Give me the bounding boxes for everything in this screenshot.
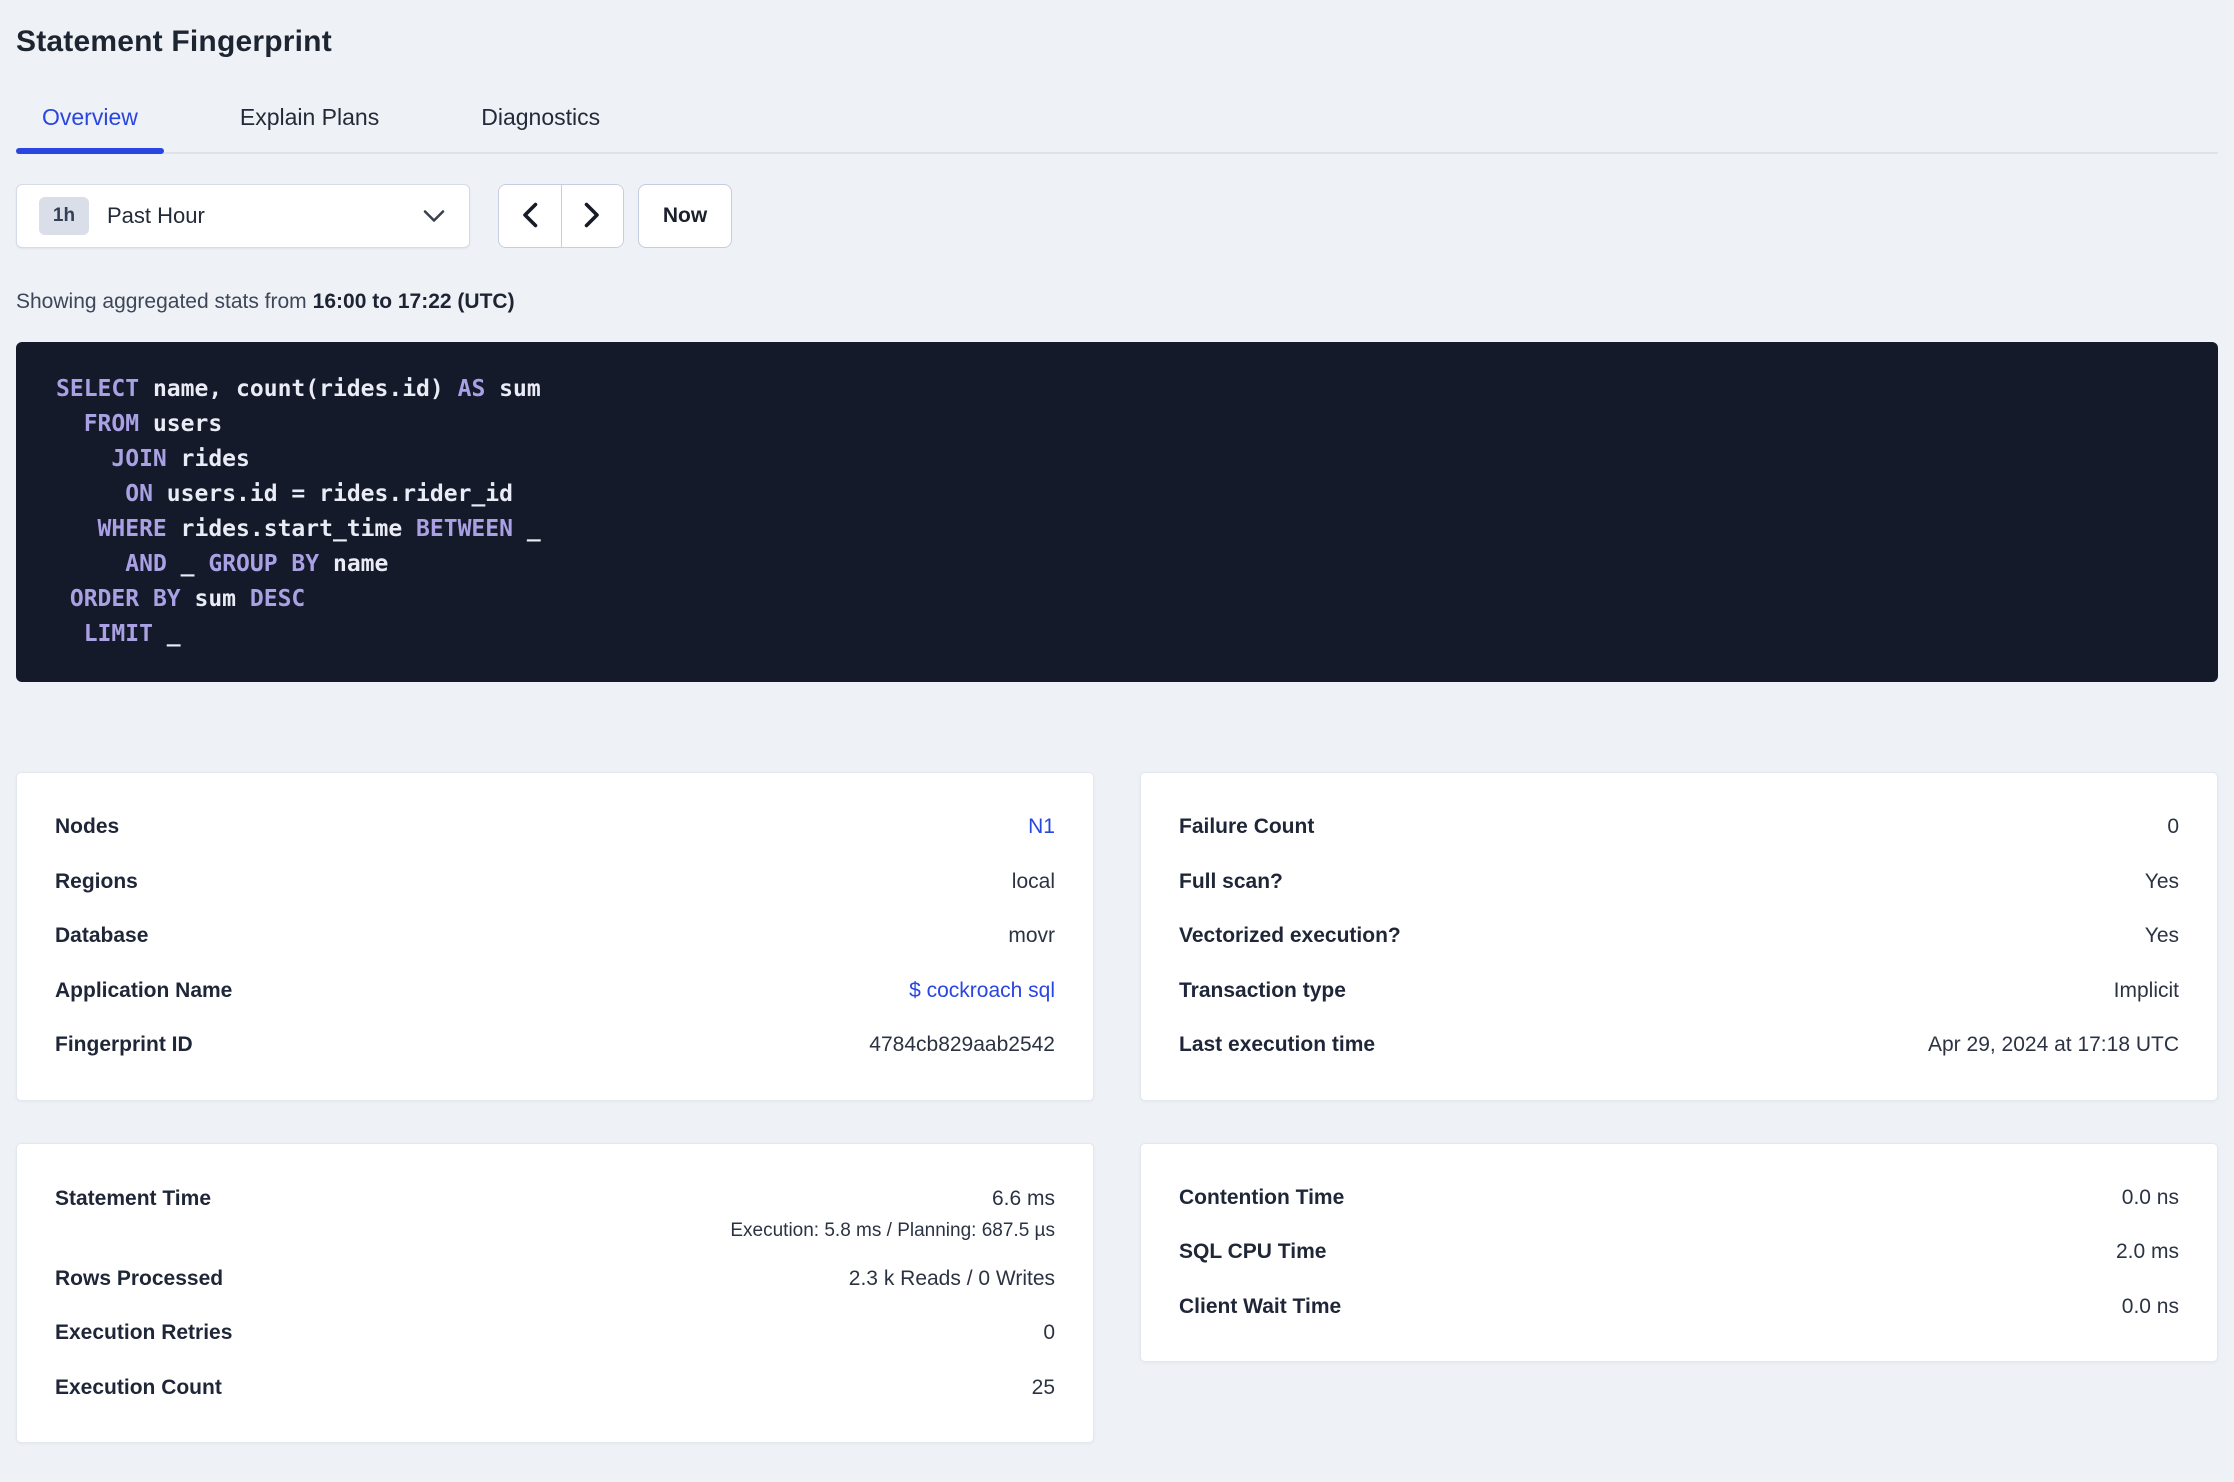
sql-line: SELECT name, count(rides.id) AS sum bbox=[56, 376, 541, 402]
tab-diagnostics[interactable]: Diagnostics bbox=[455, 104, 626, 152]
execution-attributes-card: Failure Count 0 Full scan? Yes Vectorized ex… bbox=[1140, 772, 2218, 1101]
stat-label: Full scan? bbox=[1179, 869, 1283, 893]
chevron-down-icon bbox=[423, 209, 445, 223]
stat-label: Statement Time bbox=[55, 1186, 211, 1210]
stat-label: Vectorized execution? bbox=[1179, 924, 1401, 948]
time-range-select[interactable]: 1h Past Hour bbox=[16, 184, 470, 248]
tab-explain-plans[interactable]: Explain Plans bbox=[214, 104, 405, 152]
stat-value-block: 6.6 ms Execution: 5.8 ms / Planning: 687.… bbox=[730, 1186, 1055, 1244]
page-title: Statement Fingerprint bbox=[16, 25, 332, 58]
now-button[interactable]: Now bbox=[638, 184, 732, 248]
stat-value: 25 bbox=[1031, 1375, 1055, 1399]
stat-label: Client Wait Time bbox=[1179, 1294, 1342, 1318]
previous-time-range-button[interactable] bbox=[499, 185, 562, 247]
stat-row: Full scan? Yes bbox=[1179, 855, 2179, 910]
stat-value: 6.6 ms bbox=[991, 1186, 1055, 1210]
stat-subvalue: Execution: 5.8 ms / Planning: 687.5 µs bbox=[730, 1219, 1055, 1241]
time-range-pager bbox=[498, 184, 624, 248]
sql-line: AND _ GROUP BY name bbox=[125, 551, 389, 577]
sql-statement-box: SELECT name, count(rides.id) AS sum FROM… bbox=[16, 342, 2218, 682]
stat-label: Contention Time bbox=[1179, 1185, 1345, 1209]
summary-time-range: 16:00 to 17:22 (UTC) bbox=[312, 290, 515, 313]
time-range-label: Past Hour bbox=[107, 203, 205, 228]
stat-row: Execution Retries 0 bbox=[55, 1306, 1055, 1361]
stat-value: Yes bbox=[2144, 924, 2179, 948]
time-range-badge: 1h bbox=[39, 197, 89, 235]
wait-time-card: Contention Time 0.0 ns SQL CPU Time 2.0 ms C… bbox=[1140, 1142, 2218, 1362]
chevron-left-icon bbox=[522, 202, 538, 231]
stat-row: Rows Processed 2.3 k Reads / 0 Writes bbox=[55, 1252, 1055, 1307]
stat-row: Client Wait Time 0.0 ns bbox=[1179, 1280, 2179, 1335]
stat-label: Failure Count bbox=[1179, 815, 1315, 839]
sql-line: FROM users bbox=[83, 411, 223, 437]
stat-label: Nodes bbox=[55, 815, 120, 839]
stat-label: Execution Count bbox=[55, 1375, 222, 1399]
stat-row: Execution Count 25 bbox=[55, 1361, 1055, 1416]
stat-label: Database bbox=[55, 924, 149, 948]
stat-value: 4784cb829aab2542 bbox=[869, 1033, 1055, 1057]
sql-line: JOIN rides bbox=[111, 446, 250, 472]
stat-value: local bbox=[1011, 869, 1055, 893]
sql-line: WHERE rides.start_time BETWEEN _ bbox=[97, 516, 541, 542]
overview-cards-row: Nodes N1 Regions local Database movr Applicati… bbox=[16, 772, 2218, 1101]
chevron-right-icon bbox=[584, 202, 600, 231]
stat-row: Application Name $ cockroach sql bbox=[55, 964, 1055, 1019]
stat-value: movr bbox=[1008, 924, 1055, 948]
stat-label: Last execution time bbox=[1179, 1033, 1376, 1057]
time-controls: 1h Past Hour Now bbox=[16, 184, 2218, 248]
stat-row: Statement Time 6.6 ms Execution: 5.8 ms / … bbox=[55, 1171, 1055, 1252]
stat-label: Transaction type bbox=[1179, 978, 1346, 1002]
sql-line: ORDER BY sum DESC bbox=[69, 586, 306, 612]
stat-label: Application Name bbox=[55, 978, 233, 1002]
stat-value: Implicit bbox=[2113, 978, 2179, 1002]
stat-value: 0 bbox=[1043, 1321, 1055, 1345]
stat-value: 0.0 ns bbox=[2121, 1185, 2179, 1209]
stat-row: Database movr bbox=[55, 909, 1055, 964]
stat-row: Last execution time Apr 29, 2024 at 17:18… bbox=[1179, 1018, 2179, 1073]
sql-line: LIMIT _ bbox=[83, 621, 181, 647]
stat-label: Rows Processed bbox=[55, 1266, 224, 1290]
stat-row: Regions local bbox=[55, 855, 1055, 910]
stat-row: Nodes N1 bbox=[55, 800, 1055, 855]
next-time-range-button[interactable] bbox=[561, 185, 623, 247]
stat-value: 0 bbox=[2167, 815, 2179, 839]
stat-value: Apr 29, 2024 at 17:18 UTC bbox=[1928, 1033, 2179, 1057]
stat-row: Contention Time 0.0 ns bbox=[1179, 1171, 2179, 1226]
stat-value: Yes bbox=[2144, 869, 2179, 893]
sql-line: ON users.id = rides.rider_id bbox=[125, 481, 513, 507]
stat-label: Fingerprint ID bbox=[55, 1033, 193, 1057]
timing-cards-row: Statement Time 6.6 ms Execution: 5.8 ms / … bbox=[16, 1142, 2218, 1443]
stat-row: Vectorized execution? Yes bbox=[1179, 909, 2179, 964]
aggregated-stats-summary: Showing aggregated stats from 16:00 to 17… bbox=[16, 289, 2218, 315]
tab-overview[interactable]: Overview bbox=[16, 104, 164, 154]
stat-value: 0.0 ns bbox=[2121, 1294, 2179, 1318]
statement-fingerprint-page: Statement Fingerprint Overview Explain P… bbox=[0, 24, 2234, 1443]
tab-bar: Overview Explain Plans Diagnostics bbox=[16, 104, 2218, 154]
summary-prefix: Showing aggregated stats from bbox=[16, 290, 307, 313]
stat-value: 2.0 ms bbox=[2115, 1240, 2179, 1264]
stat-row: Transaction type Implicit bbox=[1179, 964, 2179, 1019]
stat-value-link[interactable]: $ cockroach sql bbox=[909, 978, 1055, 1004]
statement-timing-card: Statement Time 6.6 ms Execution: 5.8 ms / … bbox=[16, 1142, 1094, 1443]
stat-value: 2.3 k Reads / 0 Writes bbox=[848, 1266, 1055, 1290]
stat-row: Fingerprint ID 4784cb829aab2542 bbox=[55, 1018, 1055, 1073]
stat-row: Failure Count 0 bbox=[1179, 800, 2179, 855]
stat-label: Execution Retries bbox=[55, 1321, 233, 1345]
stat-value-link[interactable]: N1 bbox=[1028, 814, 1055, 840]
stat-row: SQL CPU Time 2.0 ms bbox=[1179, 1225, 2179, 1280]
statement-details-card: Nodes N1 Regions local Database movr Applicati… bbox=[16, 772, 1094, 1101]
stat-label: Regions bbox=[55, 869, 138, 893]
stat-label: SQL CPU Time bbox=[1179, 1240, 1327, 1264]
